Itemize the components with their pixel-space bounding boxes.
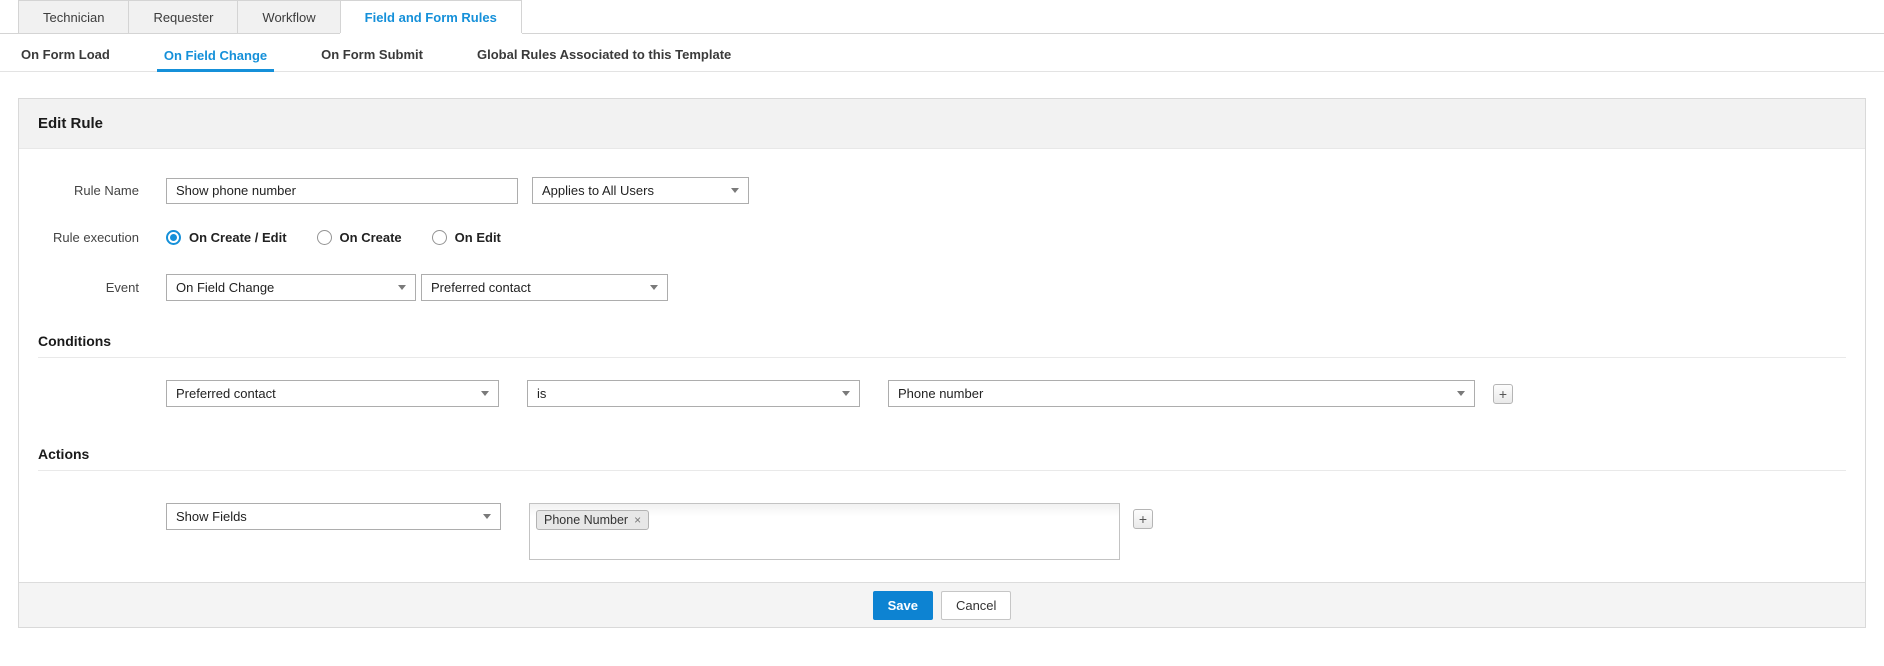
cancel-button[interactable]: Cancel	[940, 590, 1012, 620]
rule-name-row: Rule Name Applies to All Users	[19, 177, 1865, 204]
chevron-down-icon	[483, 514, 491, 519]
chevron-down-icon	[398, 285, 406, 290]
condition-operator-value: is	[537, 386, 547, 401]
radio-on-create-edit-label: On Create / Edit	[189, 230, 287, 245]
rule-execution-row: Rule execution On Create / Edit On Creat…	[19, 230, 1865, 245]
chevron-down-icon	[1457, 391, 1465, 396]
conditions-divider	[38, 357, 1846, 358]
rule-name-input[interactable]	[166, 177, 518, 204]
action-fields-multiselect[interactable]: Phone Number ×	[529, 503, 1120, 560]
condition-operator-dropdown[interactable]: is	[527, 380, 860, 407]
action-type-value: Show Fields	[176, 509, 247, 524]
chevron-down-icon	[842, 391, 850, 396]
radio-unselected-icon	[431, 230, 447, 245]
chevron-down-icon	[650, 285, 658, 290]
rule-execution-radio-group: On Create / Edit On Create On Edit	[166, 230, 501, 245]
panel-footer: Save Cancel	[19, 582, 1865, 627]
radio-on-create[interactable]: On Create	[316, 230, 402, 245]
event-field-value: Preferred contact	[431, 280, 531, 295]
tab-workflow[interactable]: Workflow	[237, 0, 341, 33]
radio-on-edit-label: On Edit	[454, 230, 501, 245]
remove-chip-icon[interactable]: ×	[634, 513, 641, 527]
radio-selected-icon	[166, 230, 181, 245]
subtab-on-form-load[interactable]: On Form Load	[14, 36, 117, 71]
chevron-down-icon	[731, 188, 739, 193]
rule-name-label: Rule Name	[73, 183, 139, 198]
add-action-button[interactable]: +	[1133, 509, 1153, 529]
subtab-on-form-submit[interactable]: On Form Submit	[314, 36, 430, 71]
radio-on-create-edit[interactable]: On Create / Edit	[166, 230, 287, 245]
edit-rule-panel: Edit Rule Rule Name Applies to All Users…	[18, 98, 1866, 628]
event-type-value: On Field Change	[176, 280, 275, 295]
condition-row: Preferred contact is Phone number +	[166, 380, 1865, 407]
field-chip: Phone Number ×	[536, 510, 650, 530]
template-tabbar: Technician Requester Workflow Field and …	[0, 0, 1884, 34]
event-field-dropdown[interactable]: Preferred contact	[421, 274, 668, 301]
event-type-dropdown[interactable]: On Field Change	[166, 274, 416, 301]
add-condition-button[interactable]: +	[1493, 383, 1513, 404]
condition-field-dropdown[interactable]: Preferred contact	[166, 380, 499, 407]
conditions-heading: Conditions	[38, 333, 112, 349]
actions-divider	[38, 470, 1846, 471]
subtab-global-rules[interactable]: Global Rules Associated to this Template	[470, 36, 738, 71]
tab-requester[interactable]: Requester	[128, 0, 239, 33]
condition-field-value: Preferred contact	[176, 386, 276, 401]
action-type-dropdown[interactable]: Show Fields	[166, 503, 501, 530]
save-button[interactable]: Save	[872, 590, 933, 620]
radio-unselected-icon	[316, 230, 332, 245]
condition-value-dropdown[interactable]: Phone number	[888, 380, 1475, 407]
action-row: Show Fields Phone Number × +	[166, 503, 1865, 560]
form-rules-subtabbar: On Form Load On Field Change On Form Sub…	[0, 34, 1884, 72]
event-row: Event On Field Change Preferred contact	[19, 274, 1865, 301]
panel-title: Edit Rule	[19, 99, 1865, 149]
applies-to-value: Applies to All Users	[542, 183, 654, 198]
chevron-down-icon	[481, 391, 489, 396]
field-chip-label: Phone Number	[544, 513, 629, 527]
tab-technician[interactable]: Technician	[18, 0, 130, 33]
actions-heading: Actions	[38, 446, 90, 462]
condition-value: Phone number	[898, 386, 984, 401]
radio-on-create-label: On Create	[339, 230, 402, 245]
rule-execution-label: Rule execution	[53, 230, 139, 245]
tab-field-and-form-rules[interactable]: Field and Form Rules	[339, 0, 522, 33]
applies-to-dropdown[interactable]: Applies to All Users	[532, 177, 749, 204]
radio-on-edit[interactable]: On Edit	[431, 230, 501, 245]
event-label: Event	[105, 280, 139, 295]
subtab-on-field-change[interactable]: On Field Change	[156, 37, 275, 72]
